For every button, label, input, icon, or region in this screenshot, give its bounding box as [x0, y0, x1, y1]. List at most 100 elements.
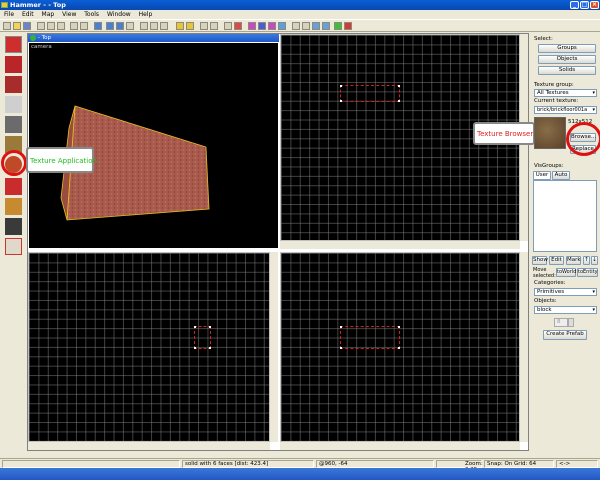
clip-tool-icon[interactable]	[5, 218, 22, 235]
texture-group-dropdown[interactable]: All Textures	[534, 89, 597, 97]
menu-file[interactable]: File	[4, 11, 14, 18]
decal-tool-icon[interactable]	[5, 178, 22, 195]
camera-viewport[interactable]: camera	[28, 42, 279, 249]
maximize-button[interactable]: □	[580, 1, 589, 9]
entity-tool-icon[interactable]	[5, 96, 22, 113]
viewport-title: - Top	[38, 35, 52, 41]
run-map-icon[interactable]	[292, 22, 300, 30]
selected-brush-outline[interactable]	[194, 326, 211, 349]
toolbar	[0, 19, 600, 32]
texture-scale-lock-icon[interactable]	[186, 22, 194, 30]
magnify-tool-icon[interactable]	[5, 56, 22, 73]
menu-view[interactable]: View	[62, 11, 76, 18]
highlight-circle	[566, 122, 600, 156]
undo-icon[interactable]	[70, 22, 78, 30]
groups-button[interactable]: Groups	[538, 44, 596, 53]
group-icon[interactable]	[106, 22, 114, 30]
grid-toggle-icon[interactable]	[37, 22, 45, 30]
tab-auto[interactable]: Auto	[552, 171, 570, 180]
objects-dropdown[interactable]: block	[534, 306, 597, 314]
current-texture-label: Current texture:	[534, 98, 579, 104]
hide-items-icon[interactable]	[224, 22, 232, 30]
block-tool-icon[interactable]	[5, 116, 22, 133]
new-file-icon[interactable]	[3, 22, 11, 30]
viewport-titlebar: - Top	[28, 34, 279, 42]
to-entity-button[interactable]: toEntity	[577, 268, 598, 277]
run-icon[interactable]	[344, 22, 352, 30]
hide-icon[interactable]	[234, 22, 242, 30]
camera-tool-icon[interactable]	[5, 76, 22, 93]
create-prefab-button[interactable]: Create Prefab	[543, 330, 587, 340]
front-viewport-hscrollbar[interactable]	[280, 442, 520, 450]
selected-brush-outline[interactable]	[340, 85, 400, 102]
side-viewport[interactable]	[28, 252, 270, 442]
arrow-down-icon[interactable]: ↓	[591, 256, 598, 265]
faces-field[interactable]: 8	[554, 318, 568, 327]
tab-user[interactable]: User	[533, 171, 551, 180]
close-button[interactable]: ×	[590, 1, 599, 9]
texture-group-label: Texture group:	[534, 82, 574, 88]
top-viewport-hscrollbar[interactable]	[280, 241, 520, 249]
hide-icon[interactable]	[126, 22, 134, 30]
viewport-area: - Top camera	[27, 33, 529, 451]
menu-window[interactable]: Window	[107, 11, 131, 18]
selected-brush-outline[interactable]	[340, 326, 400, 349]
texture-lock-icon[interactable]	[176, 22, 184, 30]
check-problems-icon[interactable]	[312, 22, 320, 30]
save-icon[interactable]	[23, 22, 31, 30]
grid-snap-icon[interactable]	[248, 22, 256, 30]
copy-icon[interactable]	[150, 22, 158, 30]
menu-help[interactable]: Help	[139, 11, 153, 18]
ungroup-icon[interactable]	[116, 22, 124, 30]
texture-browser-callout: Texture Browser	[473, 122, 535, 145]
overlay-tool-icon[interactable]	[5, 198, 22, 215]
select-label: Select:	[534, 36, 553, 42]
cut-icon[interactable]	[140, 22, 148, 30]
ignore-groups-icon[interactable]	[210, 22, 218, 30]
current-texture-dropdown[interactable]: brick/brickfloor001a	[534, 106, 597, 114]
mark-button[interactable]: Mark	[566, 256, 581, 265]
show-button[interactable]: Show	[532, 256, 548, 265]
menu-bar: File Edit Map View Tools Window Help	[0, 10, 600, 19]
grid-smaller-icon[interactable]	[47, 22, 55, 30]
side-panel: Select: Groups Objects Solids Texture gr…	[530, 33, 600, 453]
objects-button[interactable]: Objects	[538, 55, 596, 64]
taskbar	[0, 468, 600, 480]
front-viewport[interactable]	[280, 252, 520, 442]
edit-button[interactable]: Edit	[549, 256, 564, 265]
arrow-up-icon[interactable]: ↑	[583, 256, 590, 265]
cordon-icon[interactable]	[302, 22, 310, 30]
paste-icon[interactable]	[160, 22, 168, 30]
front-viewport-vscrollbar[interactable]	[520, 252, 528, 442]
open-folder-icon[interactable]	[13, 22, 21, 30]
menu-map[interactable]: Map	[42, 11, 55, 18]
cm-icon[interactable]	[322, 22, 330, 30]
solids-button[interactable]: Solids	[538, 66, 596, 75]
3d-grid-icon[interactable]	[268, 22, 276, 30]
categories-label: Categories:	[534, 280, 566, 286]
carve-icon[interactable]	[94, 22, 102, 30]
texture-preview	[534, 117, 566, 149]
grid-larger-icon[interactable]	[57, 22, 65, 30]
visgroups-list[interactable]	[533, 180, 597, 252]
redo-icon[interactable]	[80, 22, 88, 30]
selection-tool-icon[interactable]	[5, 36, 22, 53]
toggle-3d-icon[interactable]	[258, 22, 266, 30]
texture-application-icon[interactable]	[278, 22, 286, 30]
side-viewport-vscrollbar[interactable]	[270, 252, 278, 442]
menu-edit[interactable]: Edit	[22, 11, 34, 18]
menu-tools[interactable]: Tools	[84, 11, 99, 18]
side-viewport-hscrollbar[interactable]	[28, 442, 270, 450]
status-help	[2, 460, 180, 468]
selection-handles-icon[interactable]	[200, 22, 208, 30]
globe-icon	[30, 35, 36, 41]
categories-dropdown[interactable]: Primitives	[534, 288, 597, 296]
tool-palette	[0, 32, 27, 452]
callout-label: Texture Application	[30, 157, 97, 165]
to-world-button[interactable]: toWorld	[556, 268, 576, 277]
minimize-button[interactable]: _	[570, 1, 579, 9]
vertex-tool-icon[interactable]	[5, 238, 22, 255]
move-selected-label: Move selected:	[533, 267, 556, 279]
faces-spinner[interactable]	[568, 318, 574, 327]
compile-icon[interactable]	[334, 22, 342, 30]
